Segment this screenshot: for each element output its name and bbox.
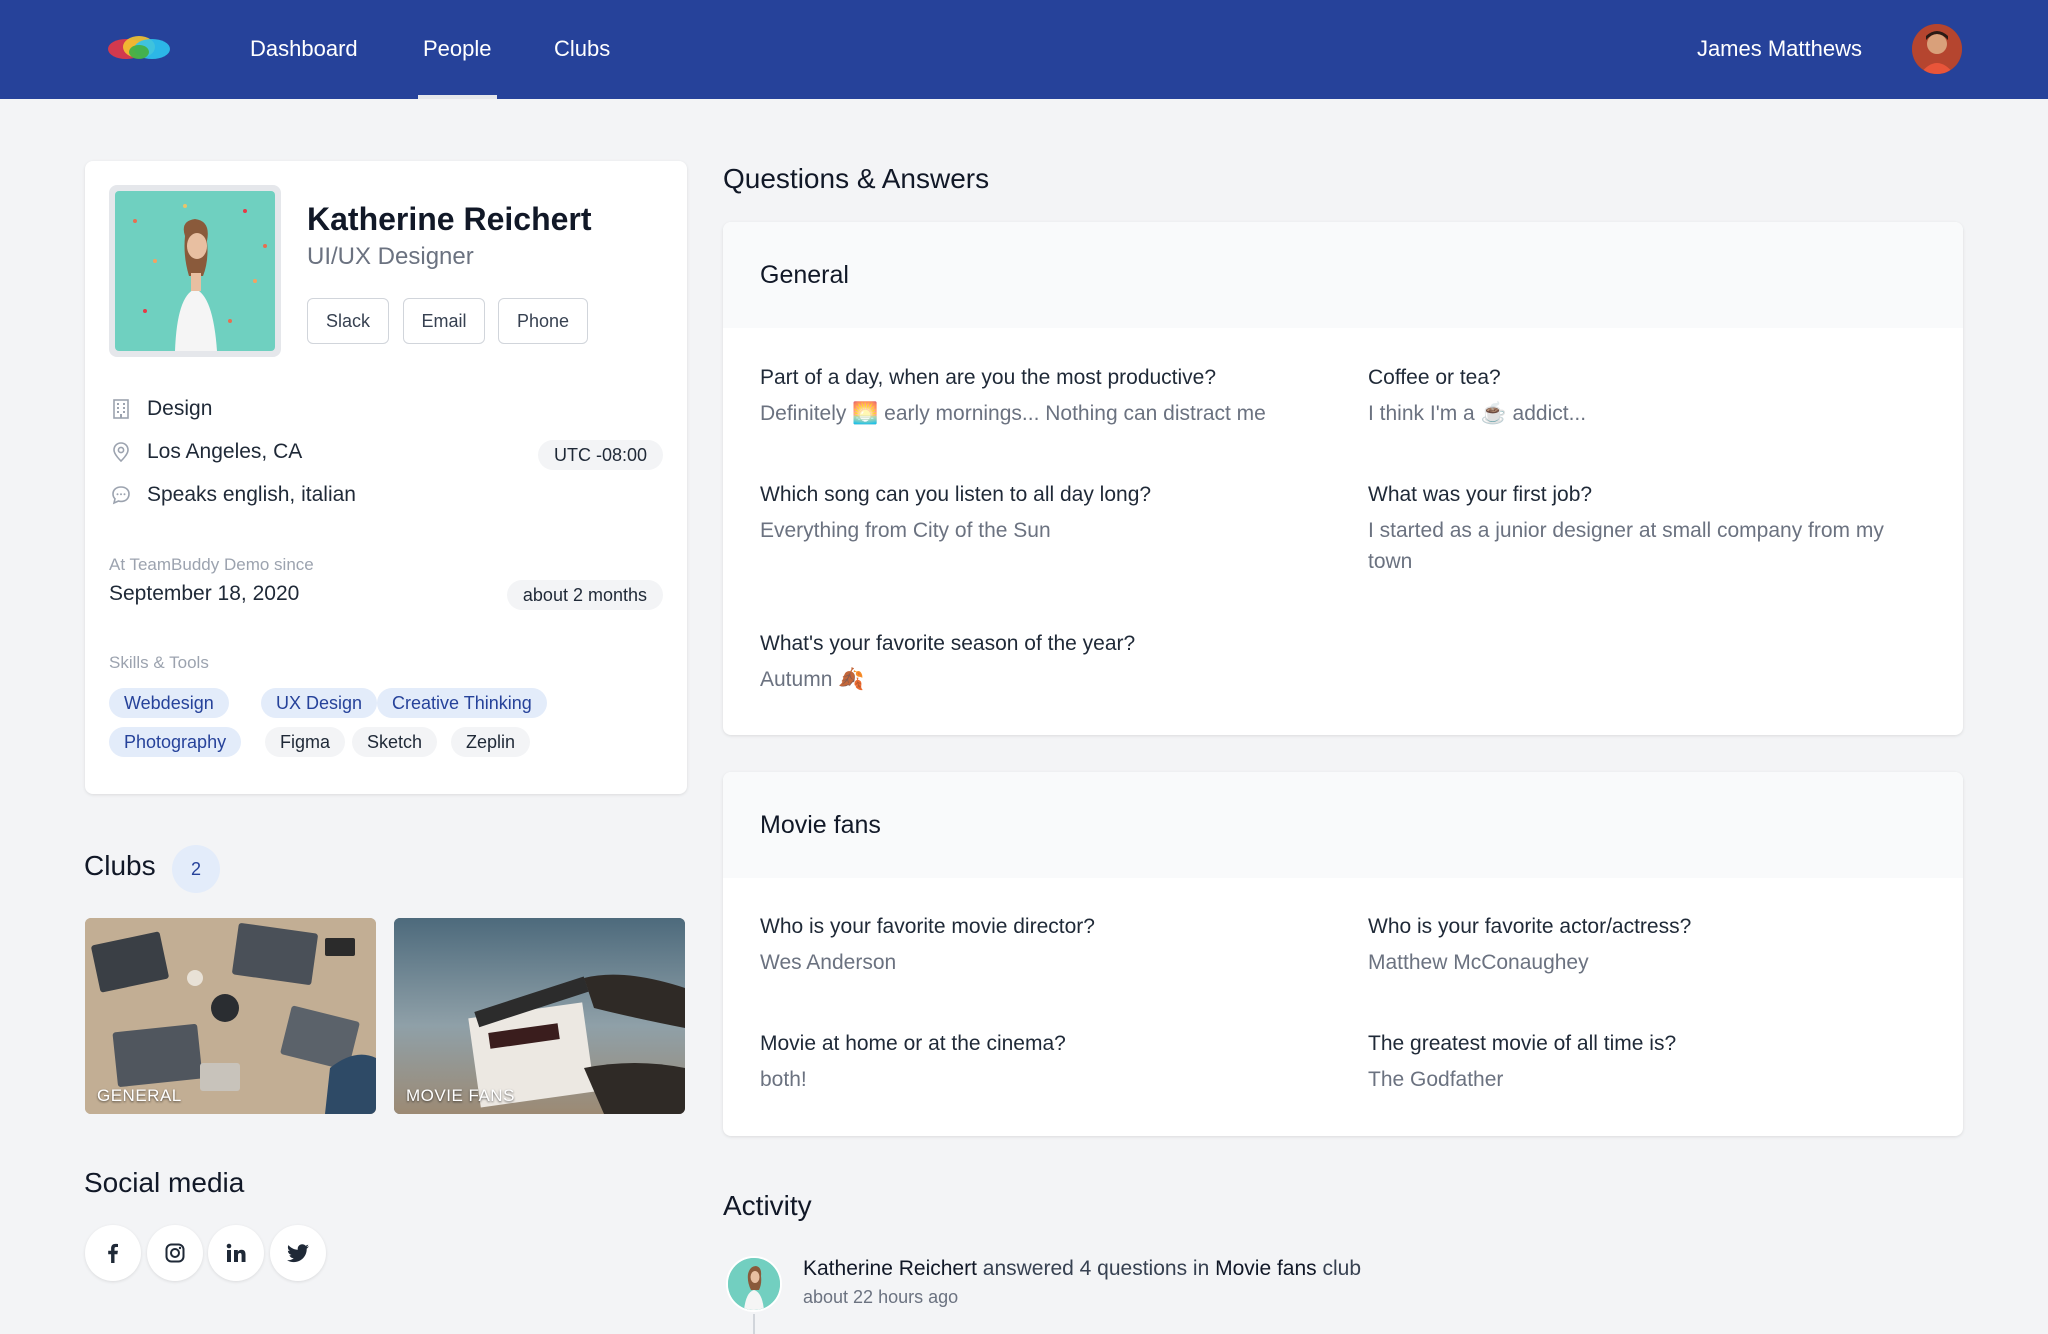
activity-timeline-line: [753, 1314, 755, 1334]
member-since-label: At TeamBuddy Demo since: [109, 555, 314, 574]
facebook-icon: [108, 1243, 118, 1263]
answer-text: Autumn 🍂: [760, 668, 865, 691]
profile-name: Katherine Reichert: [307, 201, 592, 237]
skill-tag: Figma: [265, 727, 346, 757]
answer-text: I think I'm a ☕ addict...: [1368, 402, 1587, 425]
question-text: What was your first job?: [1368, 483, 1593, 506]
activity-club-link[interactable]: Movie fans: [1215, 1257, 1317, 1280]
question-text: Movie at home or at the cinema?: [760, 1032, 1066, 1055]
skill-tag: Creative Thinking: [377, 688, 547, 718]
skill-tag: UX Design: [261, 688, 378, 718]
member-since-date: September 18, 2020: [109, 582, 300, 605]
qa-heading: Questions & Answers: [723, 163, 990, 194]
slack-button[interactable]: Slack: [307, 298, 389, 344]
nav-dashboard[interactable]: Dashboard: [250, 36, 358, 99]
answer-text: both!: [760, 1068, 807, 1091]
linkedin-icon: [226, 1243, 246, 1262]
member-duration-badge: about 2 months: [506, 580, 663, 610]
answer-text: Matthew McConaughey: [1368, 951, 1589, 974]
question-text: Coffee or tea?: [1368, 366, 1501, 389]
clubs-heading: Clubs: [84, 850, 156, 881]
profile-card: Katherine Reichert UI/UX Designer Slack …: [85, 161, 687, 794]
club-label-general: GENERAL: [97, 1086, 182, 1105]
activity-actor-link[interactable]: Katherine Reichert: [803, 1257, 977, 1280]
answer-text: Everything from City of the Sun: [760, 519, 1051, 542]
languages-row: Speaks english, italian: [111, 483, 356, 507]
club-label-movie-fans: MOVIE FANS: [406, 1086, 515, 1105]
qa-section-title: Movie fans: [723, 772, 1963, 878]
email-button[interactable]: Email: [403, 298, 485, 344]
nav-clubs[interactable]: Clubs: [554, 36, 610, 99]
current-user-name[interactable]: James Matthews: [1697, 36, 1862, 62]
activity-verb: answered 4 questions in: [982, 1257, 1210, 1280]
department-row: Design: [111, 397, 212, 421]
skill-tag: Photography: [109, 727, 242, 757]
activity-timestamp: about 22 hours ago: [803, 1287, 959, 1307]
profile-photo: [109, 185, 281, 357]
question-text: Which song can you listen to all day lon…: [760, 483, 1152, 506]
current-user-avatar[interactable]: [1912, 24, 1962, 74]
qa-section-title: General: [723, 222, 1963, 328]
phone-button[interactable]: Phone: [498, 298, 588, 344]
answer-text: The Godfather: [1368, 1068, 1504, 1091]
skill-tag: Sketch: [352, 727, 438, 757]
linkedin-button[interactable]: [208, 1225, 264, 1281]
qa-section-movie-fans: Movie fans Who is your favorite movie di…: [723, 772, 1963, 1136]
nav-people[interactable]: People: [418, 36, 497, 99]
location-text: Los Angeles, CA: [147, 440, 303, 463]
question-text: Part of a day, when are you the most pro…: [760, 366, 1217, 389]
activity-avatar[interactable]: [726, 1256, 782, 1312]
question-text: What's your favorite season of the year?: [760, 632, 1136, 655]
top-navbar: Dashboard People Clubs James Matthews: [0, 0, 2048, 99]
qa-section-general: General Part of a day, when are you the …: [723, 222, 1963, 735]
languages-text: Speaks english, italian: [147, 483, 356, 506]
club-card-general[interactable]: GENERAL: [85, 918, 376, 1114]
question-text: The greatest movie of all time is?: [1368, 1032, 1677, 1055]
app-logo[interactable]: [106, 34, 172, 64]
instagram-icon: [165, 1243, 185, 1263]
activity-suffix: club: [1322, 1257, 1362, 1280]
chat-bubble-icon: [112, 486, 130, 505]
question-text: Who is your favorite actor/actress?: [1368, 915, 1692, 938]
location-row: Los Angeles, CA: [111, 440, 302, 464]
activity-heading: Activity: [723, 1190, 812, 1221]
answer-text: I started as a junior designer at small …: [1368, 519, 1884, 573]
social-media-heading: Social media: [84, 1167, 245, 1198]
building-icon: [113, 399, 129, 419]
answer-text: Definitely 🌅 early mornings... Nothing c…: [760, 402, 1266, 425]
clubs-count-badge: 2: [172, 845, 220, 893]
timezone-badge: UTC -08:00: [537, 440, 663, 470]
club-general-image: [85, 918, 376, 1114]
skill-tag: Webdesign: [109, 688, 229, 718]
twitter-button[interactable]: [270, 1225, 326, 1281]
twitter-icon: [286, 1244, 309, 1263]
instagram-button[interactable]: [147, 1225, 203, 1281]
club-movie-image: [394, 918, 685, 1114]
answer-text: Wes Anderson: [760, 951, 897, 974]
facebook-button[interactable]: [85, 1225, 141, 1281]
profile-role: UI/UX Designer: [307, 243, 474, 270]
department-text: Design: [147, 397, 213, 420]
club-card-movie-fans[interactable]: MOVIE FANS: [394, 918, 685, 1114]
activity-entry-text: Katherine Reichert answered 4 questions …: [803, 1257, 1361, 1281]
location-pin-icon: [113, 442, 129, 463]
skill-tag: Zeplin: [451, 727, 531, 757]
skills-label: Skills & Tools: [109, 653, 209, 672]
question-text: Who is your favorite movie director?: [760, 915, 1095, 938]
